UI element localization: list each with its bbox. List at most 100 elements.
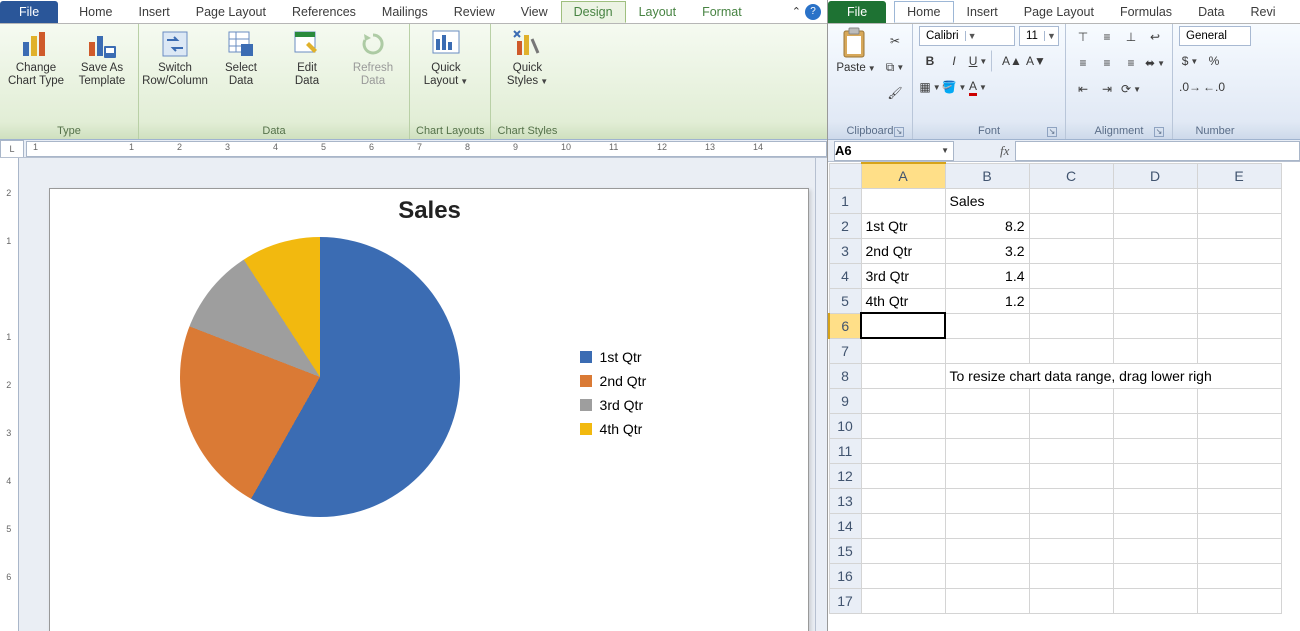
cell[interactable] [1197, 463, 1281, 488]
cell[interactable] [861, 413, 945, 438]
row-header[interactable]: 15 [829, 538, 861, 563]
cell[interactable] [1029, 438, 1113, 463]
save-as-template-button[interactable]: Save As Template [72, 26, 132, 88]
select-all-corner[interactable] [829, 163, 861, 188]
cell[interactable] [861, 188, 945, 213]
ruler-corner[interactable]: L [0, 140, 24, 158]
cell[interactable] [945, 513, 1029, 538]
cell[interactable] [1029, 538, 1113, 563]
paste-button[interactable]: Paste▼ [834, 26, 878, 75]
document-page[interactable]: Sales 1st Qtr 2nd Qtr 3rd Qtr 4th Qtr [49, 188, 809, 631]
cell[interactable] [1197, 213, 1281, 238]
row-header[interactable]: 17 [829, 588, 861, 613]
row-header[interactable]: 1 [829, 188, 861, 213]
help-icon[interactable]: ? [805, 4, 821, 20]
align-center-button[interactable]: ≡ [1096, 52, 1118, 74]
tab-page-layout[interactable]: Page Layout [183, 1, 279, 23]
cell[interactable]: Sales [945, 188, 1029, 213]
legend-item[interactable]: 4th Qtr [580, 421, 647, 437]
borders-button[interactable]: ▦▼ [919, 76, 941, 98]
cell[interactable]: 1.4 [945, 263, 1029, 288]
cell[interactable] [861, 588, 945, 613]
tab-home[interactable]: Home [894, 1, 953, 23]
edit-data-button[interactable]: Edit Data [277, 26, 337, 88]
grow-font-button[interactable]: A▲ [1001, 50, 1023, 72]
vertical-scrollbar[interactable] [815, 158, 827, 631]
cell[interactable] [945, 563, 1029, 588]
cell[interactable] [1197, 238, 1281, 263]
cell[interactable] [945, 538, 1029, 563]
col-header-C[interactable]: C [1029, 163, 1113, 188]
percent-format-button[interactable]: % [1203, 50, 1225, 72]
chart-title[interactable]: Sales [60, 189, 800, 229]
col-header-B[interactable]: B [945, 163, 1029, 188]
font-color-button[interactable]: A▼ [967, 76, 989, 98]
cell[interactable]: 3rd Qtr [861, 263, 945, 288]
row-header[interactable]: 8 [829, 363, 861, 388]
cell[interactable] [861, 538, 945, 563]
switch-row-column-button[interactable]: Switch Row/Column [145, 26, 205, 88]
tab-file[interactable]: File [0, 1, 58, 23]
row-header[interactable]: 9 [829, 388, 861, 413]
tab-insert[interactable]: Insert [954, 1, 1011, 23]
cell[interactable] [1197, 488, 1281, 513]
dialog-launcher-icon[interactable]: ↘ [894, 127, 904, 137]
cell[interactable] [1113, 338, 1197, 363]
align-bottom-button[interactable]: ⊥ [1120, 26, 1142, 48]
dialog-launcher-icon[interactable]: ↘ [1154, 127, 1164, 137]
tab-insert[interactable]: Insert [126, 1, 183, 23]
cell[interactable]: 1.2 [945, 288, 1029, 313]
orientation-button[interactable]: ⟳▼ [1120, 78, 1142, 100]
cell[interactable] [1197, 313, 1281, 338]
tab-data[interactable]: Data [1185, 1, 1237, 23]
cell[interactable] [945, 588, 1029, 613]
row-header[interactable]: 2 [829, 213, 861, 238]
cell[interactable] [1029, 563, 1113, 588]
tab-layout[interactable]: Layout [626, 1, 690, 23]
worksheet-grid[interactable]: A B C D E 1Sales 21st Qtr8.2 32nd Qtr3.2… [828, 162, 1300, 631]
cell[interactable] [1197, 513, 1281, 538]
tab-references[interactable]: References [279, 1, 369, 23]
bold-button[interactable]: B [919, 50, 941, 72]
cell[interactable]: 1st Qtr [861, 213, 945, 238]
tab-view[interactable]: View [508, 1, 561, 23]
font-size-combo[interactable]: 11▼ [1019, 26, 1059, 46]
shrink-font-button[interactable]: A▼ [1025, 50, 1047, 72]
cell[interactable] [945, 313, 1029, 338]
row-header[interactable]: 13 [829, 488, 861, 513]
cell[interactable] [1197, 563, 1281, 588]
cell[interactable] [1029, 513, 1113, 538]
cell[interactable] [1113, 463, 1197, 488]
row-header[interactable]: 7 [829, 338, 861, 363]
cell[interactable] [861, 388, 945, 413]
cell[interactable] [1197, 413, 1281, 438]
cell[interactable] [1113, 513, 1197, 538]
cell[interactable]: 2nd Qtr [861, 238, 945, 263]
cell[interactable] [1113, 488, 1197, 513]
cell[interactable] [861, 513, 945, 538]
cell[interactable] [1197, 263, 1281, 288]
cell[interactable] [945, 488, 1029, 513]
legend-item[interactable]: 2nd Qtr [580, 373, 647, 389]
cell[interactable] [1029, 288, 1113, 313]
pie-chart[interactable] [180, 237, 460, 517]
cell[interactable] [861, 363, 945, 388]
cell[interactable] [1029, 188, 1113, 213]
cell[interactable] [861, 563, 945, 588]
cell[interactable] [861, 438, 945, 463]
fx-icon[interactable]: fx [1000, 143, 1009, 159]
row-header[interactable]: 14 [829, 513, 861, 538]
number-format-combo[interactable]: General [1179, 26, 1251, 46]
merge-center-button[interactable]: ⬌▼ [1144, 52, 1166, 74]
quick-styles-button[interactable]: Quick Styles▼ [497, 26, 557, 88]
copy-button[interactable]: ⧉▼ [884, 56, 906, 78]
cell[interactable] [1197, 588, 1281, 613]
col-header-D[interactable]: D [1113, 163, 1197, 188]
underline-button[interactable]: U▼ [967, 50, 989, 72]
tab-page-layout[interactable]: Page Layout [1011, 1, 1107, 23]
cell[interactable] [1197, 188, 1281, 213]
col-header-A[interactable]: A [861, 163, 945, 188]
name-box[interactable]: A6▼ [834, 141, 954, 161]
decrease-decimal-button[interactable]: ←.0 [1203, 76, 1225, 98]
cell[interactable] [1113, 438, 1197, 463]
